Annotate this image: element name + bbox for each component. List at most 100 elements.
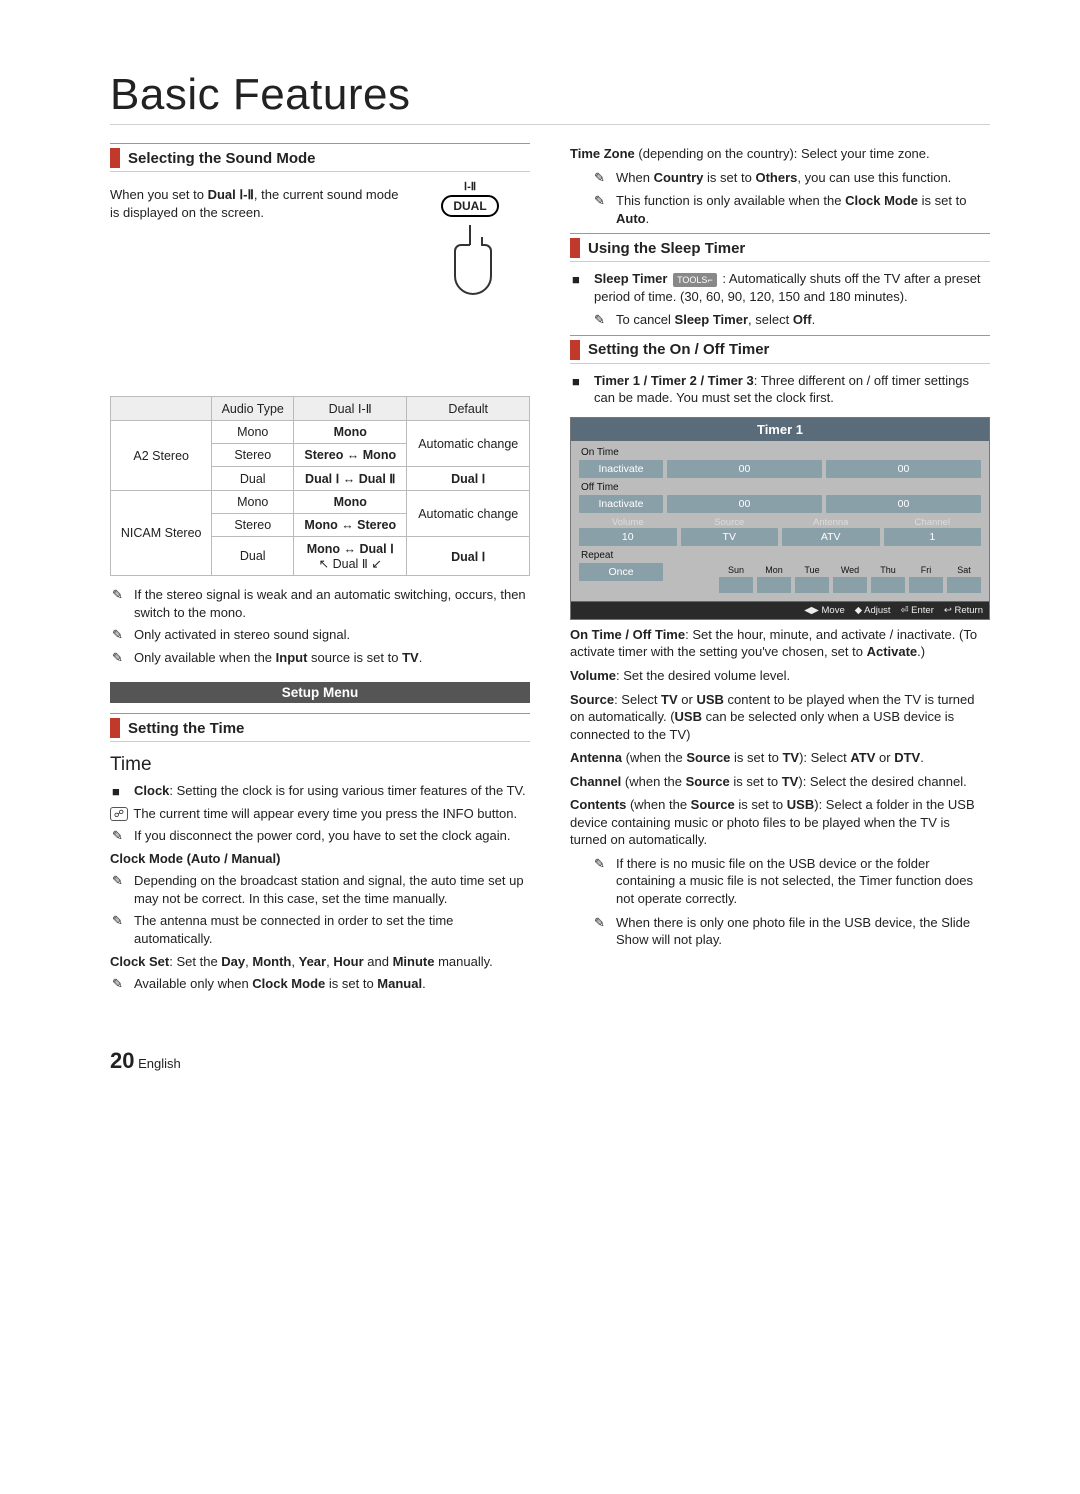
timer-osd: Timer 1 On Time Inactivate 00 00 Off Tim… <box>570 417 990 620</box>
cell: Mono ↔ Stereo <box>294 514 407 537</box>
osd-src-val: TV <box>681 528 779 546</box>
cell: Stereo <box>212 444 294 467</box>
channel-desc: Channel (when the Source is set to TV): … <box>570 773 990 791</box>
remote-illustration: Ⅰ-Ⅱ DUAL <box>410 180 530 306</box>
sleep-timer-item: Sleep Timer TOOLS⌐ : Automatically shuts… <box>570 270 990 305</box>
clock-mode-note2: The antenna must be connected in order t… <box>110 912 530 947</box>
section-heading-setting-time: Setting the Time <box>110 713 530 742</box>
osd-ontime-min: 00 <box>826 460 981 478</box>
cell: Dual Ⅰ ↔ Dual Ⅱ <box>294 467 407 491</box>
usb-note2: When there is only one photo file in the… <box>592 914 990 949</box>
clock-mode-note1: Depending on the broadcast station and s… <box>110 872 530 907</box>
dual-button-icon: DUAL <box>441 195 498 217</box>
onoff-time-desc: On Time / Off Time: Set the hour, minute… <box>570 626 990 661</box>
osd-vol-val: 10 <box>579 528 677 546</box>
daybox <box>757 577 791 593</box>
tz-note1: When Country is set to Others, you can u… <box>592 169 990 187</box>
osd-offtime-state: Inactivate <box>579 495 663 513</box>
osd-offtime-label: Off Time <box>581 482 981 493</box>
cell: Dual <box>212 467 294 491</box>
cell: Mono <box>212 491 294 514</box>
osd-vol-label: Volume <box>579 517 677 528</box>
setup-menu-banner: Setup Menu <box>110 682 530 703</box>
clock-set-note: Available only when Clock Mode is set to… <box>110 975 530 993</box>
osd-ch-val: 1 <box>884 528 982 546</box>
osd-ontime-hour: 00 <box>667 460 822 478</box>
sleep-cancel-note: To cancel Sleep Timer, select Off. <box>592 311 990 329</box>
cell: Mono <box>294 491 407 514</box>
daybox <box>947 577 981 593</box>
day-thu: Thu <box>871 565 905 575</box>
cell: Dual Ⅰ <box>407 467 530 491</box>
osd-repeat-label: Repeat <box>581 550 981 561</box>
volume-desc: Volume: Set the desired volume level. <box>570 667 990 685</box>
daybox <box>795 577 829 593</box>
cell: Mono ↔ Dual Ⅰ↖ Dual Ⅱ ↙ <box>294 537 407 576</box>
cell: Stereo <box>212 514 294 537</box>
page-footer: 20 English <box>110 1048 990 1074</box>
osd-ant-label: Antenna <box>782 517 880 528</box>
clock-mode-label: Clock Mode (Auto / Manual) <box>110 850 530 868</box>
cell: Stereo ↔ Mono <box>294 444 407 467</box>
tz-note2: This function is only available when the… <box>592 192 990 227</box>
legend-enter: ⏎ Enter <box>901 605 934 616</box>
note-stereo-weak: If the stereo signal is weak and an auto… <box>110 586 530 621</box>
hand-icon <box>410 223 530 306</box>
col-default: Default <box>407 397 530 421</box>
osd-ontime-state: Inactivate <box>579 460 663 478</box>
intro-row: When you set to Dual Ⅰ-Ⅱ, the current so… <box>110 180 530 306</box>
day-fri: Fri <box>909 565 943 575</box>
heading-text: Setting the On / Off Timer <box>588 341 769 358</box>
timezone-line: Time Zone (depending on the country): Se… <box>570 145 990 163</box>
osd-ch-label: Channel <box>884 517 982 528</box>
cell: Dual Ⅰ <box>407 537 530 576</box>
day-sat: Sat <box>947 565 981 575</box>
day-wed: Wed <box>833 565 867 575</box>
osd-src-label: Source <box>681 517 779 528</box>
sound-mode-intro: When you set to Dual Ⅰ-Ⅱ, the current so… <box>110 186 400 221</box>
clock-item: Clock: Setting the clock is for using va… <box>110 782 530 800</box>
osd-ant-val: ATV <box>782 528 880 546</box>
osd-offtime-hour: 00 <box>667 495 822 513</box>
antenna-desc: Antenna (when the Source is set to TV): … <box>570 749 990 767</box>
osd-legend: ◀▶ Move ◆ Adjust ⏎ Enter ↩ Return <box>571 601 989 619</box>
left-column: Selecting the Sound Mode When you set to… <box>110 139 530 998</box>
sound-notes: If the stereo signal is weak and an auto… <box>110 586 530 666</box>
osd-dayboxes <box>667 577 981 593</box>
osd-repeat-val: Once <box>579 563 663 581</box>
note-input-tv: Only available when the Input source is … <box>110 649 530 667</box>
legend-move: ◀▶ Move <box>804 605 844 616</box>
col-audio-type: Audio Type <box>212 397 294 421</box>
day-sun: Sun <box>719 565 753 575</box>
time-heading: Time <box>110 754 530 776</box>
heading-text: Selecting the Sound Mode <box>128 150 316 167</box>
cell: Dual <box>212 537 294 576</box>
clock-set-line: Clock Set: Set the Day, Month, Year, Hou… <box>110 953 530 971</box>
timer-123-item: Timer 1 / Timer 2 / Timer 3: Three diffe… <box>570 372 990 407</box>
section-heading-sleep-timer: Using the Sleep Timer <box>570 233 990 262</box>
daybox <box>909 577 943 593</box>
section-heading-onoff-timer: Setting the On / Off Timer <box>570 335 990 364</box>
osd-offtime-min: 00 <box>826 495 981 513</box>
cell: Mono <box>212 421 294 444</box>
heading-text: Using the Sleep Timer <box>588 240 745 257</box>
day-tue: Tue <box>795 565 829 575</box>
page-title: Basic Features <box>110 70 990 125</box>
osd-title: Timer 1 <box>571 418 989 441</box>
legend-adjust: ◆ Adjust <box>855 605 891 616</box>
two-column-layout: Selecting the Sound Mode When you set to… <box>110 139 990 998</box>
right-column: Time Zone (depending on the country): Se… <box>570 139 990 998</box>
contents-desc: Contents (when the Source is set to USB)… <box>570 796 990 849</box>
osd-daynames: Sun Mon Tue Wed Thu Fri Sat <box>667 565 981 575</box>
daybox <box>719 577 753 593</box>
time-content: Clock: Setting the clock is for using va… <box>110 782 530 992</box>
remote-caption: Ⅰ-Ⅱ <box>410 180 530 193</box>
disconnect-note: If you disconnect the power cord, you ha… <box>110 827 530 845</box>
section-heading-sound-mode: Selecting the Sound Mode <box>110 143 530 172</box>
cell: Automatic change <box>407 491 530 537</box>
note-stereo-only: Only activated in stereo sound signal. <box>110 626 530 644</box>
cell: Mono <box>294 421 407 444</box>
osd-ontime-label: On Time <box>581 447 981 458</box>
source-desc: Source: Select TV or USB content to be p… <box>570 691 990 744</box>
legend-return: ↩ Return <box>944 605 983 616</box>
